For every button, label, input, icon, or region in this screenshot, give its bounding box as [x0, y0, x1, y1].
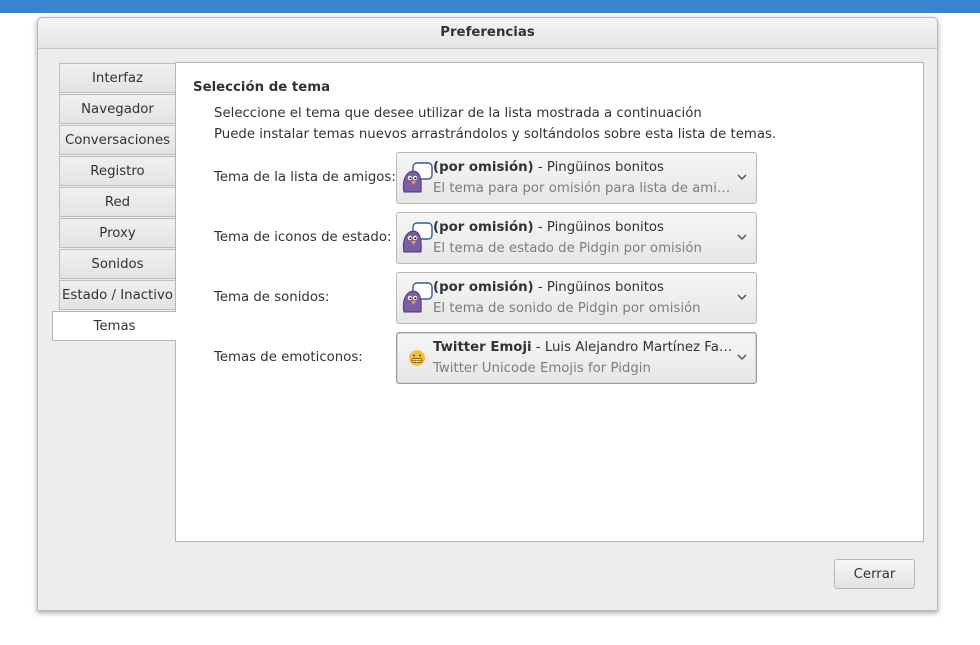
chevron-down-icon: [737, 174, 747, 181]
preferences-window: Preferencias Interfaz Navegador Conversa…: [37, 17, 938, 611]
tab-registro[interactable]: Registro: [59, 156, 175, 186]
tab-conversaciones[interactable]: Conversaciones: [59, 125, 175, 155]
chevron-down-icon: [737, 294, 747, 301]
tab-list: Interfaz Navegador Conversaciones Regist…: [52, 63, 176, 342]
chevron-down-icon: [737, 354, 747, 361]
close-button[interactable]: Cerrar: [834, 559, 915, 589]
tab-interfaz[interactable]: Interfaz: [59, 63, 175, 93]
pidgin-icon: [402, 162, 433, 193]
desktop-top-bar: [0, 0, 980, 13]
themes-panel: Selección de tema Seleccione el tema que…: [175, 62, 924, 542]
sound-theme-label: Tema de sonidos:: [214, 290, 330, 305]
sound-theme-combo[interactable]: (por omisión) - Pingüinos bonitos El tem…: [396, 272, 757, 324]
status-icon-theme-combo[interactable]: (por omisión) - Pingüinos bonitos El tem…: [396, 212, 757, 264]
tab-navegador[interactable]: Navegador: [59, 94, 175, 124]
window-title: Preferencias: [38, 18, 937, 49]
sound-theme-name: (por omisión) - Pingüinos bonitos: [433, 280, 664, 295]
tab-estado-inactivo[interactable]: Estado / Inactivo: [59, 280, 175, 310]
buddy-list-theme-name: (por omisión) - Pingüinos bonitos: [433, 160, 664, 175]
smiley-theme-name: Twitter Emoji - Luis Alejandro Martínez …: [433, 340, 733, 355]
status-icon-theme-detail: El tema de estado de Pidgin por omisión: [433, 241, 702, 256]
smiley-theme-detail: Twitter Unicode Emojis for Pidgin: [433, 361, 651, 376]
status-icon-theme-label: Tema de iconos de estado:: [214, 230, 392, 245]
pidgin-icon: [402, 222, 433, 253]
description-line-1: Seleccione el tema que desee utilizar de…: [214, 106, 702, 121]
tab-sonidos[interactable]: Sonidos: [59, 249, 175, 279]
tab-red[interactable]: Red: [59, 187, 175, 217]
smiley-theme-label: Temas de emoticonos:: [214, 350, 363, 365]
grimace-emoji-icon: [409, 350, 425, 366]
description-line-2: Puede instalar temas nuevos arrastrándol…: [214, 127, 777, 142]
chevron-down-icon: [737, 234, 747, 241]
buddy-list-theme-combo[interactable]: (por omisión) - Pingüinos bonitos El tem…: [396, 152, 757, 204]
smiley-theme-combo[interactable]: Twitter Emoji - Luis Alejandro Martínez …: [396, 332, 757, 384]
buddy-list-theme-label: Tema de la lista de amigos:: [214, 170, 396, 185]
sound-theme-detail: El tema de sonido de Pidgin por omisión: [433, 301, 701, 316]
tab-temas[interactable]: Temas: [52, 311, 176, 341]
section-title: Selección de tema: [193, 80, 331, 95]
status-icon-theme-name: (por omisión) - Pingüinos bonitos: [433, 220, 664, 235]
pidgin-icon: [402, 282, 433, 313]
tab-proxy[interactable]: Proxy: [59, 218, 175, 248]
buddy-list-theme-detail: El tema para por omisión para lista de a…: [433, 181, 733, 196]
